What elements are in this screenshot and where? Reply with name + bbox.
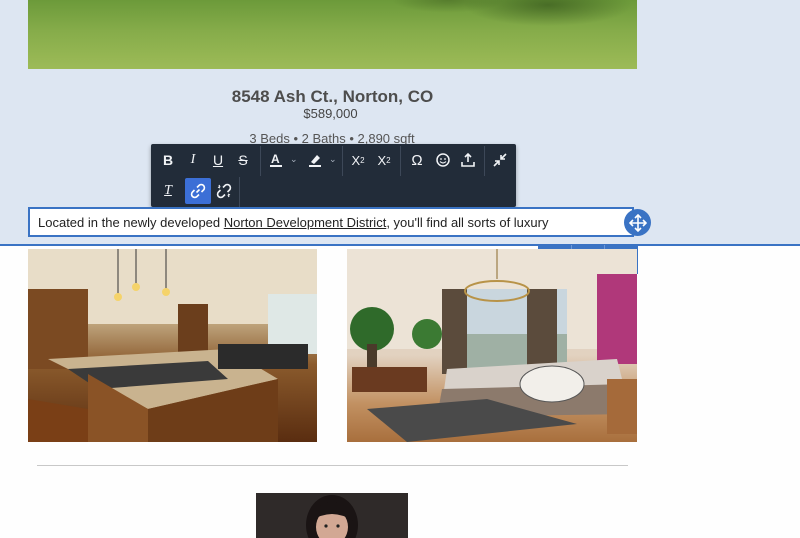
editor-text-before: Located in the newly developed (38, 215, 224, 230)
svg-text:A: A (271, 152, 280, 166)
lawn-photo (28, 0, 637, 69)
text-formatting-toolbar: B I U S A ⌄ ⌄ X2 X2 Ω T (151, 144, 516, 207)
font-color-button[interactable]: A (263, 147, 289, 173)
toolbar-separator (342, 146, 343, 176)
font-color-icon: A (270, 152, 282, 167)
listing-price: $589,000 (303, 106, 358, 121)
toolbar-separator (239, 177, 240, 207)
link-button[interactable] (185, 178, 211, 204)
bedroom-photo (347, 249, 637, 442)
superscript-button[interactable]: X2 (345, 147, 371, 173)
italic-button[interactable]: I (180, 147, 206, 173)
special-characters-button[interactable]: Ω (404, 147, 430, 173)
toolbar-separator (400, 146, 401, 176)
editor-text-after: , you'll find all sorts of luxury (386, 215, 549, 230)
move-icon (628, 213, 647, 232)
agent-portrait-photo (256, 493, 408, 538)
toolbar-separator (260, 146, 261, 176)
move-handle[interactable] (624, 209, 651, 236)
strikethrough-button[interactable]: S (230, 147, 256, 173)
editor-link[interactable]: Norton Development District (224, 215, 387, 230)
chevron-down-icon[interactable]: ⌄ (290, 154, 298, 165)
highlight-button[interactable] (302, 147, 328, 173)
highlighter-icon (309, 155, 321, 167)
kitchen-photo (28, 249, 317, 442)
section-divider (37, 465, 628, 466)
underline-button[interactable]: U (205, 147, 231, 173)
bold-button[interactable]: B (155, 147, 181, 173)
link-icon (190, 183, 206, 199)
upload-icon (461, 152, 475, 167)
unlink-icon (216, 183, 232, 199)
emoji-icon (436, 153, 450, 167)
collapse-toolbar-button[interactable] (487, 147, 513, 173)
chevron-down-icon[interactable]: ⌄ (329, 154, 337, 165)
toolbar-separator (484, 146, 485, 176)
subscript-button[interactable]: X2 (371, 147, 397, 173)
upload-button[interactable] (455, 147, 481, 173)
emoji-button[interactable] (430, 147, 456, 173)
listing-address: 8548 Ash Ct., Norton, CO (231, 87, 434, 106)
description-text-editor[interactable]: Located in the newly developed Norton De… (28, 207, 634, 237)
clear-formatting-button[interactable]: T (155, 178, 181, 204)
collapse-icon (493, 153, 507, 167)
unlink-button[interactable] (211, 178, 237, 204)
